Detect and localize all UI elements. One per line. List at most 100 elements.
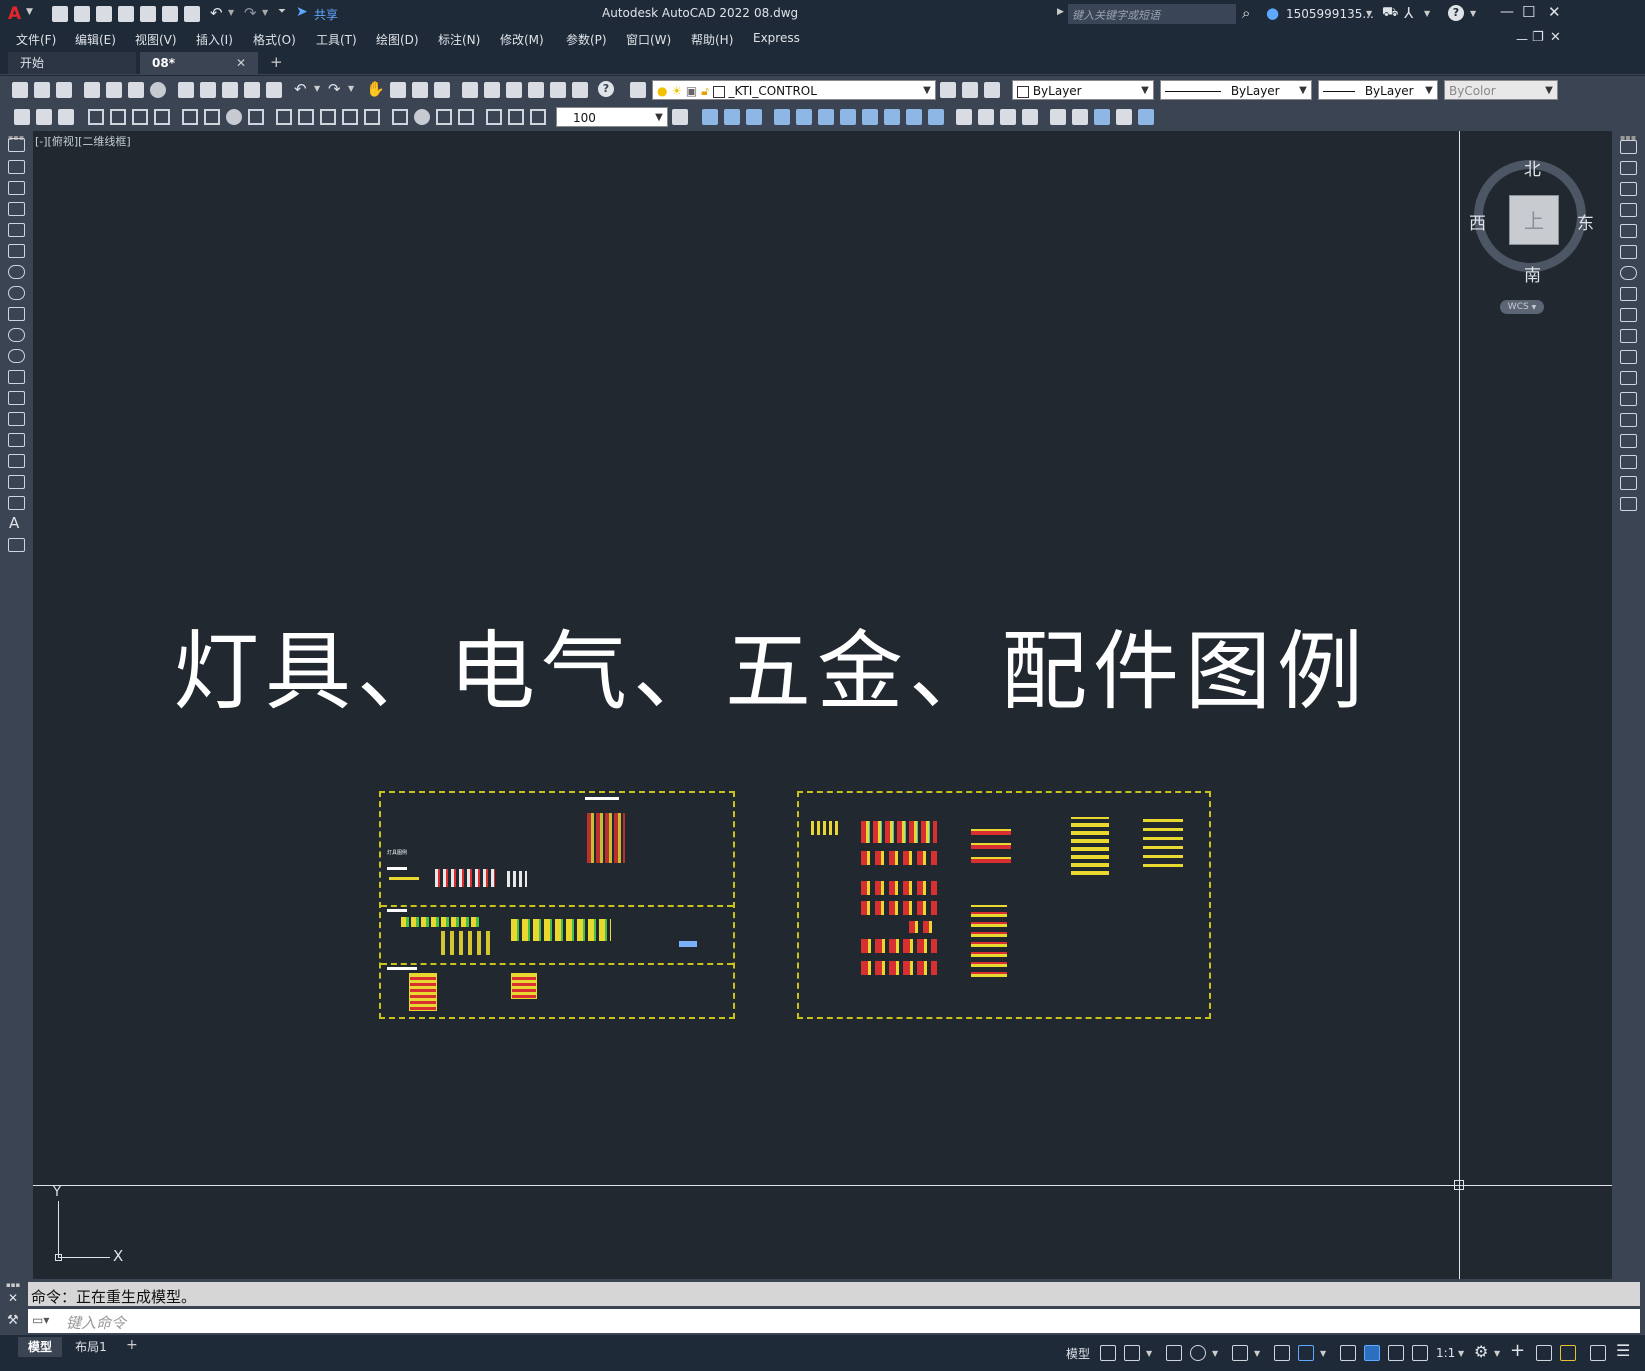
gradient-icon[interactable] [8, 454, 25, 468]
viewcube[interactable]: 上 北 南 东 西 [1469, 155, 1594, 286]
new-file-icon[interactable] [52, 6, 68, 22]
tab-model[interactable]: 模型 [18, 1337, 62, 1357]
point-icon[interactable] [8, 412, 25, 426]
autodesk-a360-icon[interactable]: ⅄ [1404, 4, 1413, 22]
hatch-icon[interactable] [8, 433, 25, 447]
autocad-logo[interactable]: A [8, 4, 21, 24]
snap-dropdown-icon[interactable]: ▼ [1146, 1349, 1152, 1358]
auto-scale-icon[interactable] [1388, 1345, 1404, 1361]
a360-share-icon[interactable] [150, 82, 166, 98]
snap-icon[interactable] [1124, 1345, 1140, 1361]
extrude-icon[interactable] [774, 109, 790, 125]
stretch-icon[interactable] [1620, 308, 1637, 322]
tab-08[interactable]: 08* ✕ [140, 52, 258, 74]
break-at-point-icon[interactable] [1620, 371, 1637, 385]
menu-modify[interactable]: 修改(M) [500, 31, 544, 48]
menu-dimension[interactable]: 标注(N) [438, 31, 480, 48]
cut-icon[interactable] [178, 82, 194, 98]
dim-update-icon[interactable] [530, 109, 546, 125]
subtract-icon[interactable] [746, 109, 762, 125]
search-input[interactable]: 键入关键字或短语 [1072, 7, 1160, 23]
doc-restore-icon[interactable]: ❐ [1532, 30, 1544, 45]
lights-icon[interactable] [1022, 109, 1038, 125]
save-toolbar-icon[interactable] [56, 82, 72, 98]
properties-icon[interactable] [462, 82, 478, 98]
compass-east[interactable]: 东 [1577, 209, 1594, 234]
paste-icon[interactable] [222, 82, 238, 98]
layer-previous-icon[interactable] [962, 82, 978, 98]
command-input-box[interactable]: ▭▾ 键入命令 [28, 1309, 1640, 1333]
command-input[interactable]: 键入命令 [66, 1312, 126, 1333]
share-button[interactable]: 共享 [314, 6, 338, 23]
viewport-controls-label[interactable]: [-][俯视][二维线框] [35, 133, 131, 149]
make-block-icon[interactable] [8, 391, 25, 405]
add-layout-button[interactable]: + [126, 1337, 138, 1353]
object-snap-icon[interactable] [1298, 1345, 1314, 1361]
ucs-icon[interactable] [1050, 109, 1066, 125]
chevron-down-icon[interactable]: ▼ [26, 7, 33, 17]
calculator-icon[interactable] [572, 82, 588, 98]
compass-north[interactable]: 北 [1524, 155, 1541, 180]
menu-edit[interactable]: 编辑(E) [75, 31, 116, 48]
model-space-canvas[interactable]: [-][俯视][二维线框] 上 北 南 东 西 WCS ▼ 灯具、电气、五金、配… [33, 131, 1612, 1279]
move-3d-icon[interactable] [796, 109, 812, 125]
isolate-objects-icon[interactable] [1536, 1345, 1552, 1361]
scale-dropdown-icon[interactable]: ▼ [1458, 1349, 1464, 1358]
zoom-previous-icon[interactable] [434, 82, 450, 98]
render-icon[interactable] [978, 109, 994, 125]
wcs-menu-button[interactable]: WCS ▼ [1500, 300, 1544, 314]
layer-states-icon[interactable] [984, 82, 1000, 98]
ucs-world-icon[interactable] [1072, 109, 1088, 125]
inspect-icon[interactable] [436, 109, 452, 125]
slice-icon[interactable] [840, 109, 856, 125]
tool-palettes-icon[interactable] [506, 82, 522, 98]
doc-close-icon[interactable]: ✕ [1550, 30, 1561, 45]
fillet-icon[interactable] [1620, 455, 1637, 469]
osnap-dropdown-icon[interactable]: ▼ [1320, 1349, 1326, 1358]
close-icon[interactable]: ✕ [1548, 3, 1561, 21]
tab-layout1[interactable]: 布局1 [66, 1337, 116, 1357]
menu-view[interactable]: 视图(V) [135, 31, 177, 48]
save-icon[interactable] [96, 6, 112, 22]
dim-radius-icon[interactable] [182, 109, 198, 125]
dim-angular-icon[interactable] [248, 109, 264, 125]
save-as-icon[interactable] [118, 6, 134, 22]
dim-space-icon[interactable] [342, 109, 358, 125]
isodraft-icon[interactable] [1232, 1345, 1248, 1361]
menu-tools[interactable]: 工具(T) [316, 31, 357, 48]
open-file-icon[interactable] [74, 6, 90, 22]
ellipse-icon[interactable] [8, 328, 25, 342]
markup-icon[interactable] [550, 82, 566, 98]
customization-menu-icon[interactable]: ☰ [1616, 1341, 1630, 1360]
dim-aligned-icon[interactable] [110, 109, 126, 125]
maximize-icon[interactable]: ☐ [1522, 3, 1535, 21]
box-icon[interactable] [702, 109, 718, 125]
a360-dropdown-icon[interactable]: ▼ [1424, 9, 1430, 18]
dim-continue-icon[interactable] [320, 109, 336, 125]
workspace-icon[interactable] [14, 109, 30, 125]
block-editor-icon[interactable] [266, 82, 282, 98]
preview-icon[interactable] [106, 82, 122, 98]
region-icon[interactable] [8, 475, 25, 489]
scale-dropdown[interactable]: 100 ▼ [556, 107, 668, 127]
quick-dim-icon[interactable] [276, 109, 292, 125]
share-icon[interactable]: ➤ [296, 4, 308, 20]
doc-minimize-icon[interactable]: — [1516, 32, 1528, 46]
plot-icon[interactable] [184, 6, 200, 22]
menu-insert[interactable]: 插入(I) [196, 31, 233, 48]
compass-west[interactable]: 西 [1469, 209, 1486, 234]
shell-icon[interactable] [906, 109, 922, 125]
zoom-realtime-icon[interactable] [390, 82, 406, 98]
polar-dropdown-icon[interactable]: ▼ [1212, 1349, 1218, 1358]
mirror-icon[interactable] [1620, 182, 1637, 196]
menu-file[interactable]: 文件(F) [16, 31, 56, 48]
isodraft-dropdown-icon[interactable]: ▼ [1254, 1349, 1260, 1358]
redo-dropdown-icon[interactable]: ▼ [262, 8, 268, 17]
new-tab-button[interactable]: + [270, 53, 283, 71]
layer-properties-icon[interactable] [630, 82, 646, 98]
workspace-dropdown-icon[interactable]: ▼ [1494, 1349, 1500, 1358]
customize-qat-icon[interactable]: ⏷ [278, 6, 286, 17]
sheet-set-icon[interactable] [528, 82, 544, 98]
command-prompt-icon[interactable]: ▭▾ [32, 1313, 49, 1327]
extend-icon[interactable] [1620, 350, 1637, 364]
